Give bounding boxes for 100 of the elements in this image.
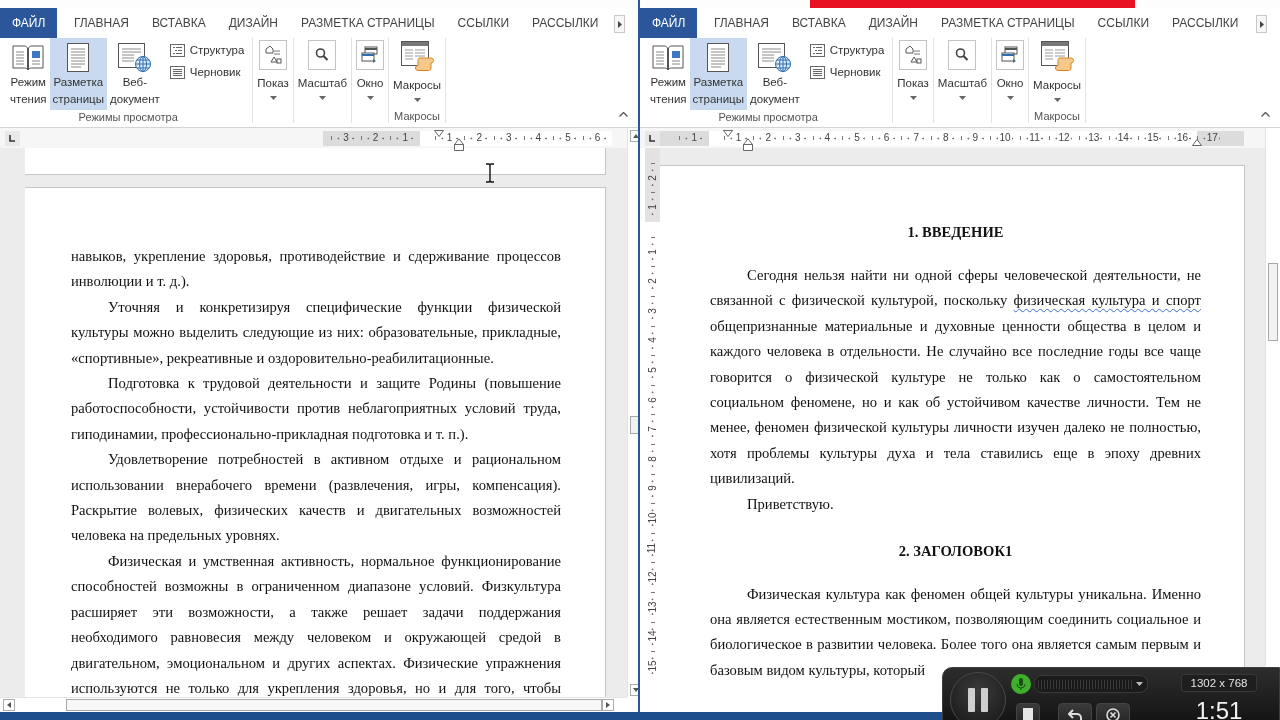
ruler-number: 15 bbox=[1146, 132, 1160, 144]
ribbon-tab[interactable]: ГЛАВНАЯ bbox=[62, 8, 141, 38]
caret-icon bbox=[318, 96, 326, 100]
ruler-number: 7 bbox=[912, 132, 920, 144]
ribbon-tab[interactable]: ВСТАВКА bbox=[780, 8, 858, 38]
ribbon-tab[interactable]: ГЛАВНАЯ bbox=[702, 8, 781, 38]
globe-page-icon bbox=[118, 43, 152, 72]
ruler-number: 17 bbox=[1205, 132, 1219, 144]
paragraph: Приветствую. bbox=[746, 494, 835, 514]
ribbon-button[interactable]: Разметка страницы bbox=[689, 38, 747, 110]
tab-stop-selector-icon[interactable] bbox=[645, 130, 660, 146]
file-tab[interactable]: ФАЙЛ bbox=[640, 8, 698, 38]
outline-icon bbox=[809, 43, 825, 57]
caret-icon bbox=[909, 96, 917, 100]
ruler-number: 10 bbox=[998, 132, 1012, 144]
ribbon-button[interactable]: Масштаб bbox=[296, 38, 349, 104]
ruler-number: 8 bbox=[646, 455, 659, 462]
ruler-number: 6 bbox=[593, 132, 602, 144]
ruler-number: 2 bbox=[764, 132, 772, 144]
ribbon-tab[interactable]: ДИЗАЙН bbox=[857, 8, 930, 38]
left-indent-icon[interactable] bbox=[454, 137, 464, 151]
outline-icon bbox=[169, 43, 185, 57]
ruler-number: 11 bbox=[1028, 132, 1041, 144]
ribbon-button[interactable]: Режим чтения bbox=[7, 38, 50, 110]
ribbon-button[interactable]: Черновик bbox=[806, 63, 888, 81]
ruler-number: 3 bbox=[646, 308, 659, 314]
paragraph: Подготовка к трудовой деятельности и защите Родины (повышение работоспособности, устойчивости против неблагоприятных условий труда, гиподинамии, профессионально-прикладная подготовка и т. п.). bbox=[71, 374, 561, 444]
open-book-icon bbox=[652, 44, 685, 71]
caret-right-icon bbox=[1259, 20, 1264, 28]
ruler-number: 1 bbox=[646, 248, 659, 255]
ruler-number: 1 bbox=[646, 204, 659, 210]
tab-stop-selector-icon[interactable] bbox=[5, 130, 20, 146]
right-indent-icon[interactable] bbox=[1192, 138, 1203, 146]
scrollbar-thumb[interactable] bbox=[629, 416, 638, 434]
ribbon-tab[interactable]: ССЫЛКИ bbox=[446, 8, 521, 38]
pause-button[interactable] bbox=[950, 672, 1006, 720]
scrollbar-thumb[interactable] bbox=[1268, 263, 1278, 341]
ribbon-button[interactable]: Макросы bbox=[392, 38, 442, 106]
ribbon-button[interactable]: Структура bbox=[166, 41, 248, 59]
ruler-number: 15 bbox=[646, 660, 659, 672]
ruler-number: 4 bbox=[823, 132, 832, 144]
elapsed-time: 1:51 bbox=[1195, 699, 1243, 720]
ribbon-tab[interactable]: ДИЗАЙН bbox=[217, 8, 290, 38]
open-book-icon bbox=[12, 44, 45, 71]
pause-icon bbox=[968, 688, 988, 712]
ribbon-button[interactable]: Режим чтения bbox=[647, 38, 690, 110]
ribbon-button[interactable]: Макросы bbox=[1032, 38, 1082, 106]
ruler-number: 5 bbox=[646, 367, 659, 373]
paragraph: Уточняя и конкретизируя специфические функции физической культуры можно выделить следующие из них: образовательные, прикладные, «спортивные», рекреативные и оздоровительно-реабилитационные. bbox=[71, 297, 561, 368]
ruler-number: 2 bbox=[646, 174, 659, 181]
ribbon-tab[interactable]: РАЗМЕТКА СТРАНИЦЫ bbox=[289, 8, 447, 38]
tab-scroll-button[interactable] bbox=[1256, 15, 1267, 33]
caret-icon bbox=[958, 96, 966, 100]
ribbon-tab[interactable]: РАССЫЛКИ bbox=[1160, 8, 1250, 38]
paragraph: Сегодня нельзя найти ни одной сферы человеческой деятельности, не связанной с физической культурой, поскольку физическая культура и спорт общепризнанные материальные и духовные ценности общества в целом и каждого человека в отдельности. Не случайно все последние годы все чаще говорится о физической культуре не только как о самостоятельном социальном феномене, но и как об устойчивом качестве личности. Тем не менее, феномен физической культуры личности изучен далеко не полностью, хотя проблемы культуры духа и тела ставились еще в эпоху древних цивилизаций. bbox=[710, 266, 1201, 489]
file-tab[interactable]: ФАЙЛ bbox=[0, 8, 58, 38]
ribbon-tab[interactable]: РАЗМЕТКА СТРАНИЦЫ bbox=[929, 8, 1087, 38]
ruler-number: 2 bbox=[646, 278, 659, 284]
group-label: Режимы просмотра bbox=[717, 110, 819, 124]
ribbon-tab[interactable]: ССЫЛКИ bbox=[1086, 8, 1161, 38]
ruler-number: 12 bbox=[646, 571, 659, 583]
ribbon-button[interactable]: Структура bbox=[806, 41, 888, 59]
paragraph: Удовлетворение потребностей в активном отдыхе и рациональном использовании внерабочего времени (развлечения, игры, компенсация). Раскрытие волевых, физических качеств и двигательных возможностей человека на предельных уровнях. bbox=[71, 450, 561, 546]
ribbon-button[interactable]: Черновик bbox=[166, 63, 248, 81]
ribbon-tab[interactable]: ВСТАВКА bbox=[140, 8, 218, 38]
ribbon-button[interactable]: Веб- документ bbox=[746, 38, 803, 110]
group-label: Макросы bbox=[393, 109, 441, 123]
ruler-number: 9 bbox=[646, 485, 659, 492]
caret-icon bbox=[269, 96, 277, 100]
caret-icon bbox=[366, 96, 374, 100]
chevron-up-icon[interactable] bbox=[619, 112, 628, 117]
section-heading: 2. ЗАГОЛОВОК1 bbox=[897, 541, 1014, 561]
caret-right-icon bbox=[617, 20, 622, 28]
chevron-up-icon[interactable] bbox=[1261, 112, 1270, 117]
caret-icon bbox=[413, 98, 421, 102]
left-indent-icon[interactable] bbox=[743, 137, 753, 151]
resolution-label: 1302 x 768 bbox=[1181, 674, 1257, 692]
ribbon-tab[interactable]: РАССЫЛКИ bbox=[520, 8, 610, 38]
scrollbar-thumb[interactable] bbox=[66, 699, 602, 711]
ruler-number: 5 bbox=[853, 132, 861, 144]
stop-button[interactable] bbox=[1016, 703, 1040, 720]
tab-scroll-button[interactable] bbox=[614, 15, 625, 33]
text-line: базовым видом культуры, который bbox=[710, 660, 926, 680]
scroll-left-icon[interactable] bbox=[3, 699, 15, 711]
ruler-number: 13 bbox=[1087, 132, 1101, 144]
ribbon-button[interactable]: Масштаб bbox=[936, 38, 989, 104]
scroll-right-icon[interactable] bbox=[602, 699, 614, 711]
caret-icon[interactable] bbox=[1136, 682, 1143, 686]
microphone-icon[interactable] bbox=[1011, 674, 1031, 694]
ribbon-button[interactable]: Показ bbox=[256, 38, 290, 104]
ruler-number: 7 bbox=[646, 426, 659, 432]
ribbon-button[interactable]: Веб- документ bbox=[106, 38, 163, 110]
cancel-button[interactable] bbox=[1096, 703, 1130, 720]
ribbon-button[interactable]: Разметка страницы bbox=[49, 38, 107, 110]
ribbon-button[interactable]: Окно bbox=[355, 38, 386, 104]
ruler-number: 1 bbox=[445, 132, 454, 144]
ribbon-button[interactable]: Окно bbox=[995, 38, 1026, 104]
undo-button[interactable] bbox=[1058, 703, 1092, 720]
ribbon-button[interactable]: Показ bbox=[896, 38, 930, 104]
ruler-number: 3 bbox=[342, 132, 350, 144]
